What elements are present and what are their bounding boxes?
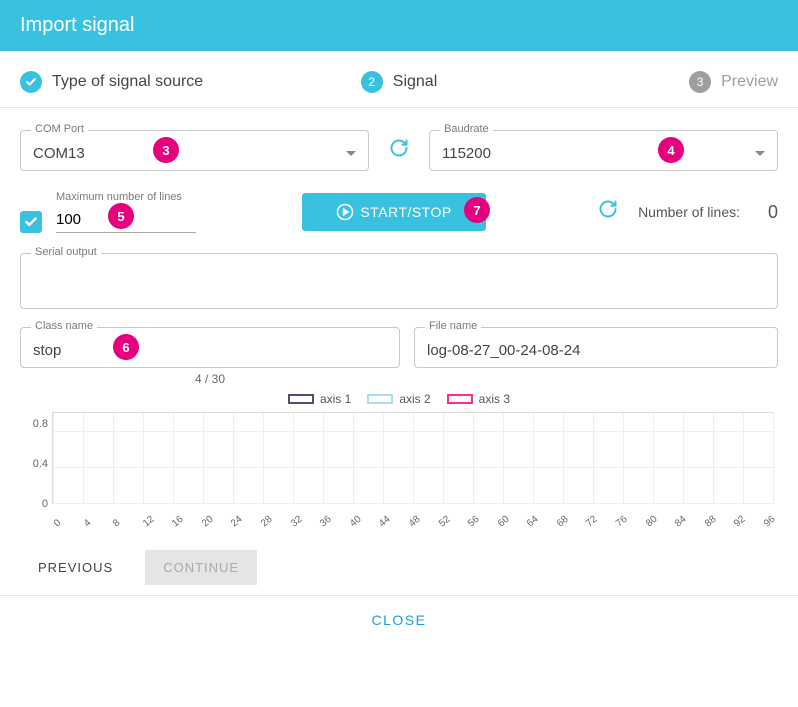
preview-chart: 0.80.40 04812162024283236404448525660646… [20,412,778,532]
step-signal[interactable]: 2 Signal [273,71,526,93]
class-name-value: stop [33,342,61,359]
x-axis-labels: 0481216202428323640444852566064687276808… [52,521,774,532]
stepper: Type of signal source 2 Signal 3 Preview [0,51,798,108]
step-preview: 3 Preview [525,71,778,93]
continue-button: CONTINUE [145,550,257,585]
class-name-input-wrap[interactable]: Class name stop 6 [20,327,400,368]
refresh-output-button[interactable] [592,195,624,229]
num-lines-value: 0 [754,202,778,223]
step-number-icon: 2 [361,71,383,93]
previous-button[interactable]: PREVIOUS [20,550,131,585]
legend-label: axis 1 [320,392,351,406]
chart-legend: axis 1 axis 2 axis 3 [20,392,778,406]
file-name-input-wrap[interactable]: File name log-08-27_00-24-08-24 [414,327,778,368]
step-label: Preview [721,73,778,91]
legend-item: axis 3 [447,392,510,406]
field-label: Class name [31,320,97,332]
num-lines-label: Number of lines: [638,204,740,220]
close-button[interactable]: CLOSE [372,612,427,628]
baudrate-value: 115200 [442,145,491,162]
field-label: COM Port [31,123,88,135]
file-name-value: log-08-27_00-24-08-24 [427,342,580,359]
swatch-icon [367,394,393,404]
legend-label: axis 2 [399,392,430,406]
legend-item: axis 2 [367,392,430,406]
swatch-icon [447,394,473,404]
step-source[interactable]: Type of signal source [20,71,273,93]
field-label: Maximum number of lines [56,191,196,203]
legend-label: axis 3 [479,392,510,406]
dialog-title: Import signal [20,14,135,36]
chevron-down-icon [755,151,765,156]
start-stop-button[interactable]: START/STOP [302,193,485,231]
com-port-select[interactable]: COM Port COM13 3 [20,130,369,171]
field-label: File name [425,320,481,332]
step-label: Type of signal source [52,73,203,91]
check-icon [20,71,42,93]
dialog-header: Import signal [0,0,798,51]
swatch-icon [288,394,314,404]
legend-item: axis 1 [288,392,351,406]
refresh-com-button[interactable] [383,134,415,168]
com-port-value: COM13 [33,145,85,162]
serial-output-area: Serial output [20,253,778,309]
step-label: Signal [393,73,437,91]
field-label: Serial output [31,246,101,258]
baudrate-select[interactable]: Baudrate 115200 4 [429,130,778,171]
step-number-icon: 3 [689,71,711,93]
button-label: START/STOP [360,204,451,220]
y-axis-labels: 0.80.40 [20,412,48,504]
max-lines-checkbox[interactable] [20,211,42,233]
field-label: Baudrate [440,123,493,135]
chevron-down-icon [346,151,356,156]
char-counter: 4 / 30 [20,372,400,386]
max-lines-input[interactable] [56,207,196,233]
